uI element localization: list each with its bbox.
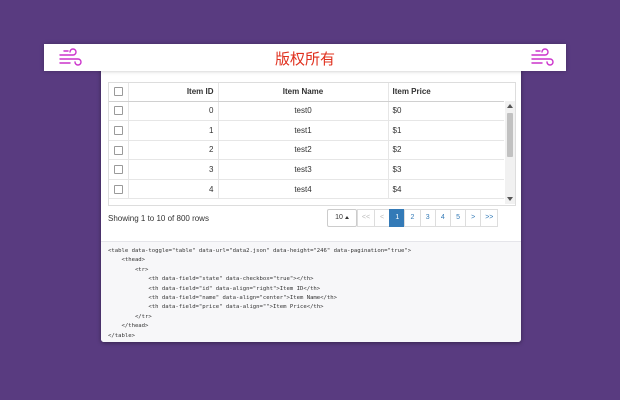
- cell-price: $4: [388, 179, 504, 200]
- cell-id: 2: [128, 140, 219, 161]
- code-snippet: <table data-toggle="table" data-url="dat…: [101, 241, 521, 342]
- page-button-1[interactable]: 1: [389, 209, 406, 227]
- code-line: <th data-field="id" data-align="right">I…: [108, 285, 321, 292]
- cell-name: test1: [218, 120, 389, 141]
- cell-price: $0: [388, 101, 504, 122]
- row-checkbox-cell: [109, 101, 129, 122]
- cell-price: $1: [388, 120, 504, 141]
- code-line: </tr>: [108, 313, 152, 320]
- cell-price: $2: [388, 140, 504, 161]
- wind-icon: [531, 48, 554, 66]
- cell-price: $3: [388, 159, 504, 180]
- pagination: << < 1 2 3 4 5 > >>: [357, 209, 499, 227]
- code-line: </thead>: [108, 323, 149, 330]
- table-row: 1 test1 $1: [109, 120, 504, 141]
- row-checkbox[interactable]: [113, 126, 123, 136]
- page-button-4[interactable]: 4: [434, 209, 451, 227]
- cell-id: 4: [128, 179, 219, 200]
- scroll-down-arrow-icon[interactable]: [507, 197, 513, 201]
- cell-id: 0: [128, 101, 219, 122]
- example-card: EXAMPLE Item ID Item Name Item Price 0 t…: [101, 58, 521, 342]
- next-page-button[interactable]: >: [465, 209, 482, 227]
- scroll-up-arrow-icon[interactable]: [507, 104, 513, 108]
- row-checkbox-cell: [109, 140, 129, 161]
- scrollbar-thumb[interactable]: [507, 113, 513, 157]
- table-header-row: Item ID Item Name Item Price: [109, 83, 504, 102]
- column-header-id[interactable]: Item ID: [128, 83, 219, 102]
- row-checkbox[interactable]: [113, 145, 123, 155]
- first-page-button[interactable]: <<: [357, 209, 375, 227]
- table-scrollbar[interactable]: [505, 101, 515, 204]
- banner-title: 版权所有: [274, 50, 335, 68]
- data-table: Item ID Item Name Item Price 0 test0 $0 …: [109, 83, 504, 200]
- row-checkbox-cell: [109, 120, 129, 141]
- page-size-value: 10: [335, 214, 343, 221]
- cell-name: test2: [218, 140, 389, 161]
- last-page-button[interactable]: >>: [480, 209, 499, 227]
- select-all-header: [109, 83, 129, 102]
- row-checkbox-cell: [109, 159, 129, 180]
- prev-page-button[interactable]: <: [374, 209, 391, 227]
- pagination-bar: Showing 1 to 10 of 800 rows 10 << < 1 2 …: [108, 208, 514, 230]
- table-row: 3 test3 $3: [109, 159, 504, 180]
- cell-name: test4: [218, 179, 389, 200]
- row-checkbox[interactable]: [113, 184, 123, 194]
- page-button-5[interactable]: 5: [449, 209, 467, 227]
- cell-id: 3: [128, 159, 219, 180]
- cell-name: test0: [218, 101, 389, 122]
- column-header-price[interactable]: Item Price: [388, 83, 504, 102]
- select-all-checkbox[interactable]: [113, 87, 123, 97]
- code-line: <tr>: [108, 266, 149, 273]
- table-row: 0 test0 $0: [109, 101, 504, 122]
- code-line: </table>: [108, 332, 135, 339]
- copyright-banner: 版权所有: [44, 44, 566, 71]
- code-line: <th data-field="price" data-align="">Ite…: [108, 304, 324, 311]
- caret-up-icon: [344, 215, 349, 219]
- code-line: <th data-field="name" data-align="center…: [108, 295, 338, 302]
- page-button-3[interactable]: 3: [419, 209, 436, 227]
- table-row: 2 test2 $2: [109, 140, 504, 161]
- data-table-container: Item ID Item Name Item Price 0 test0 $0 …: [108, 82, 516, 206]
- cell-id: 1: [128, 120, 219, 141]
- row-checkbox[interactable]: [113, 165, 123, 175]
- code-line: <th data-field="state" data-checkbox="tr…: [108, 276, 314, 283]
- code-line: <thead>: [108, 257, 146, 264]
- pagination-info: Showing 1 to 10 of 800 rows: [108, 214, 209, 223]
- row-checkbox[interactable]: [113, 106, 123, 116]
- table-row: 4 test4 $4: [109, 179, 504, 200]
- column-header-name[interactable]: Item Name: [218, 83, 389, 102]
- code-line: <table data-toggle="table" data-url="dat…: [108, 248, 412, 254]
- row-checkbox-cell: [109, 179, 129, 200]
- page-size-dropdown[interactable]: 10: [327, 209, 357, 227]
- page-button-2[interactable]: 2: [404, 209, 421, 227]
- cell-name: test3: [218, 159, 389, 180]
